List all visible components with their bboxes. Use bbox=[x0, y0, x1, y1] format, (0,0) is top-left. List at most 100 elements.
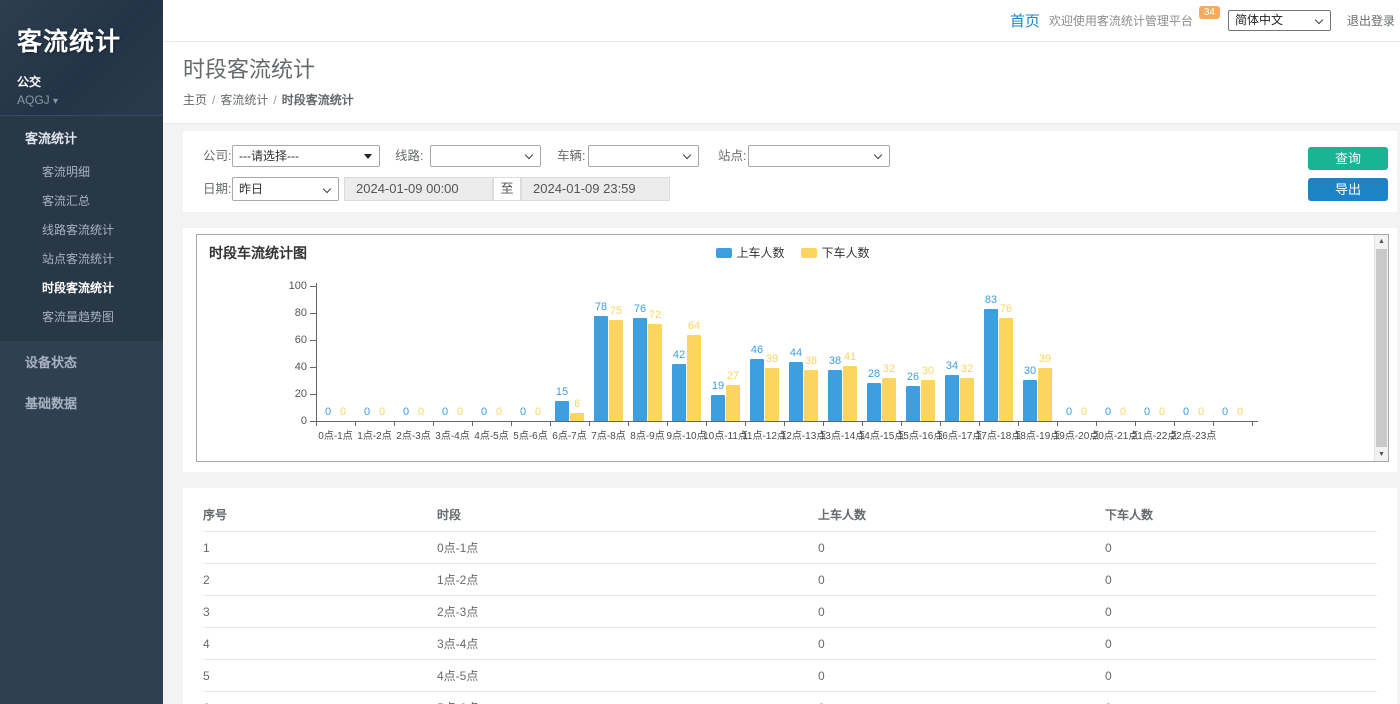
breadcrumb: 主页/客流统计/时段客流统计 bbox=[183, 91, 1380, 108]
date-from-input[interactable]: 2024-01-09 00:00 bbox=[344, 177, 493, 201]
table-row: 54点-5点00 bbox=[203, 660, 1377, 692]
bar-boarding bbox=[906, 386, 920, 421]
line-label: 线路: bbox=[395, 145, 423, 167]
chevron-down-icon bbox=[323, 185, 331, 193]
chevron-down-icon bbox=[1315, 16, 1323, 24]
sidebar-subitem[interactable]: 站点客流统计 bbox=[0, 244, 163, 273]
scrollbar-down-icon[interactable]: ▼ bbox=[1375, 448, 1388, 461]
date-preset-select[interactable]: 昨日 bbox=[232, 177, 339, 201]
bar-alighting bbox=[687, 335, 701, 421]
export-button[interactable]: 导出 bbox=[1308, 178, 1388, 201]
y-tick bbox=[310, 313, 316, 314]
bar-value-label: 39 bbox=[1030, 353, 1060, 365]
welcome-text: 欢迎使用客流统计管理平台 bbox=[1049, 12, 1193, 29]
x-tick bbox=[550, 422, 551, 426]
bar-alighting bbox=[882, 378, 896, 421]
page-title: 时段客流统计 bbox=[183, 57, 1380, 83]
station-select[interactable] bbox=[748, 145, 890, 167]
scrollbar-up-icon[interactable]: ▲ bbox=[1375, 235, 1388, 248]
x-tick bbox=[1213, 422, 1214, 426]
content: 公司: ---请选择--- 线路: 车辆: 站点: 日期: 昨日 2024-01… bbox=[163, 124, 1400, 704]
y-tick-label: 100 bbox=[277, 280, 307, 292]
user-name: AQGJ bbox=[17, 93, 50, 107]
x-tick bbox=[1135, 422, 1136, 426]
bar-boarding bbox=[750, 359, 764, 421]
x-tick bbox=[316, 422, 317, 426]
y-tick-label: 80 bbox=[277, 307, 307, 319]
table-cell: 0 bbox=[818, 532, 1105, 564]
x-axis-label: 2点-3点 bbox=[396, 427, 430, 442]
breadcrumb-section[interactable]: 客流统计 bbox=[220, 93, 268, 107]
sidebar-item-passenger-stats[interactable]: 客流统计 bbox=[0, 116, 163, 157]
table-cell: 4 bbox=[203, 628, 437, 660]
line-select[interactable] bbox=[430, 145, 541, 167]
x-tick bbox=[472, 422, 473, 426]
x-tick bbox=[511, 422, 512, 426]
user-dropdown[interactable]: AQGJ ▾ bbox=[17, 93, 146, 107]
x-tick bbox=[433, 422, 434, 426]
logout-link[interactable]: 退出登录 bbox=[1347, 12, 1395, 29]
table-row: 32点-3点00 bbox=[203, 596, 1377, 628]
stats-table: 序号 时段 上车人数 下车人数 10点-1点0021点-2点0032点-3点00… bbox=[203, 498, 1377, 704]
bar-value-label: 15 bbox=[547, 386, 577, 398]
table-cell: 5 bbox=[203, 660, 437, 692]
sidebar-subitem[interactable]: 客流量趋势图 bbox=[0, 302, 163, 331]
sidebar-subitem[interactable]: 客流明细 bbox=[0, 157, 163, 186]
sidebar-item[interactable]: 基础数据 bbox=[0, 382, 163, 423]
table-cell: 3点-4点 bbox=[437, 628, 818, 660]
x-tick bbox=[394, 422, 395, 426]
date-preset-value: 昨日 bbox=[239, 182, 263, 196]
bar-boarding bbox=[711, 395, 725, 421]
col-header-alighting: 下车人数 bbox=[1105, 498, 1377, 532]
x-tick bbox=[862, 422, 863, 426]
chart-container: 时段车流统计图 上车人数 下车人数 020406080100000点-1点001… bbox=[196, 234, 1389, 462]
table-cell: 0 bbox=[818, 564, 1105, 596]
vehicle-select[interactable] bbox=[588, 145, 699, 167]
table-cell: 0 bbox=[1105, 532, 1377, 564]
chart-scrollbar: ▲ ▼ bbox=[1374, 235, 1388, 461]
caret-down-icon: ▾ bbox=[53, 96, 58, 107]
x-axis-label: 0点-1点 bbox=[318, 427, 352, 442]
x-tick bbox=[979, 422, 980, 426]
sidebar-subitem[interactable]: 时段客流统计 bbox=[0, 273, 163, 302]
home-link[interactable]: 首页 bbox=[1010, 10, 1040, 31]
breadcrumb-home[interactable]: 主页 bbox=[183, 93, 207, 107]
y-tick bbox=[310, 340, 316, 341]
table-cell: 0 bbox=[1105, 564, 1377, 596]
legend-item-boarding[interactable]: 上车人数 bbox=[715, 244, 784, 261]
company-label: 公司: bbox=[203, 145, 231, 167]
sidebar-item[interactable]: 设备状态 bbox=[0, 341, 163, 382]
x-axis-label: 5点-6点 bbox=[513, 427, 547, 442]
x-axis-label: 9点-10点 bbox=[666, 427, 706, 442]
y-tick-label: 20 bbox=[277, 388, 307, 400]
bar-value-label: 0 bbox=[1225, 406, 1255, 418]
company-select[interactable]: ---请选择--- bbox=[232, 145, 380, 167]
bar-alighting bbox=[648, 324, 662, 421]
table-cell: 1点-2点 bbox=[437, 564, 818, 596]
y-tick-label: 60 bbox=[277, 334, 307, 346]
date-label: 日期: bbox=[203, 178, 231, 200]
query-button[interactable]: 查询 bbox=[1308, 147, 1388, 170]
bar-alighting bbox=[765, 368, 779, 421]
sidebar-subitem[interactable]: 客流汇总 bbox=[0, 186, 163, 215]
language-value: 简体中文 bbox=[1235, 13, 1283, 27]
bar-value-label: 41 bbox=[835, 351, 865, 363]
x-tick bbox=[1096, 422, 1097, 426]
date-to-input[interactable]: 2024-01-09 23:59 bbox=[521, 177, 670, 201]
sidebar-subitem[interactable]: 线路客流统计 bbox=[0, 215, 163, 244]
x-axis bbox=[316, 421, 1258, 422]
app-title: 客流统计 bbox=[17, 22, 146, 58]
bar-boarding bbox=[789, 362, 803, 421]
col-header-index: 序号 bbox=[203, 498, 437, 532]
x-tick bbox=[823, 422, 824, 426]
language-select[interactable]: 简体中文 bbox=[1228, 10, 1331, 31]
chevron-down-icon bbox=[525, 151, 533, 159]
bar-value-label: 72 bbox=[640, 309, 670, 321]
table-cell: 1 bbox=[203, 532, 437, 564]
x-tick bbox=[1057, 422, 1058, 426]
y-axis bbox=[316, 283, 317, 422]
sidebar-menu: 客流统计 客流明细客流汇总线路客流统计站点客流统计时段客流统计客流量趋势图 设备… bbox=[0, 115, 163, 423]
chart-panel: 时段车流统计图 上车人数 下车人数 020406080100000点-1点001… bbox=[183, 228, 1397, 472]
scrollbar-thumb[interactable] bbox=[1376, 249, 1387, 447]
legend-item-alighting[interactable]: 下车人数 bbox=[801, 244, 870, 261]
